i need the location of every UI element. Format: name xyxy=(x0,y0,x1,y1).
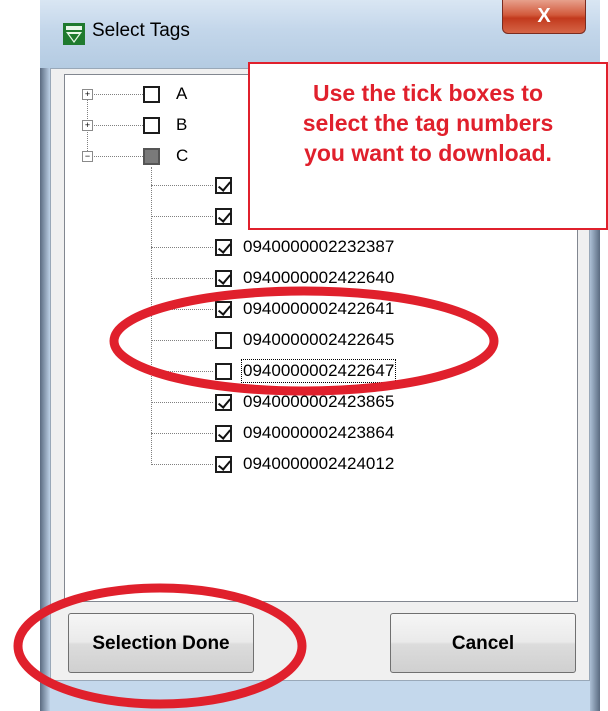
annotation-overlay xyxy=(13,286,499,709)
highlight-ellipse-selection-done xyxy=(13,583,307,709)
highlight-ellipse-unchecked-tags xyxy=(109,286,499,396)
